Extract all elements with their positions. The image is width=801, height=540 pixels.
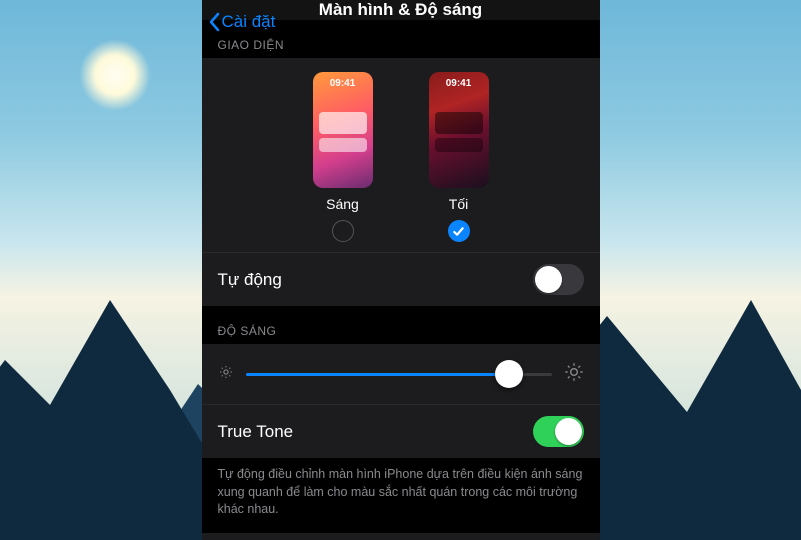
chevron-left-icon: [208, 11, 222, 33]
night-shift-row[interactable]: Night Shift Tắt: [202, 533, 600, 540]
automatic-label: Tự động: [218, 270, 282, 290]
appearance-picker: 09:41 Sáng 09:41 Tối: [202, 58, 600, 252]
nav-bar: Cài đặt Màn hình & Độ sáng: [202, 0, 600, 20]
checkmark-icon: [452, 225, 465, 238]
appearance-option-dark[interactable]: 09:41 Tối: [429, 72, 489, 242]
brightness-slider[interactable]: [246, 360, 552, 388]
dark-preview: 09:41: [429, 72, 489, 188]
brightness-section-header: ĐỘ SÁNG: [202, 306, 600, 344]
preview-time: 09:41: [429, 78, 489, 89]
preview-widget: [319, 138, 367, 152]
wallpaper-sun: [80, 40, 150, 110]
dark-radio[interactable]: [448, 220, 470, 242]
sun-max-icon: [564, 362, 584, 387]
brightness-row: [202, 344, 600, 404]
true-tone-description: Tự động điều chỉnh màn hình iPhone dựa t…: [202, 458, 600, 533]
light-preview: 09:41: [313, 72, 373, 188]
true-tone-label: True Tone: [218, 422, 294, 442]
toggle-knob: [555, 418, 582, 445]
slider-track-fill: [246, 373, 509, 376]
back-label: Cài đặt: [222, 12, 276, 32]
preview-time: 09:41: [313, 78, 373, 89]
automatic-toggle[interactable]: [533, 264, 584, 295]
slider-thumb[interactable]: [495, 360, 523, 388]
automatic-row: Tự động: [202, 252, 600, 306]
dark-label: Tối: [449, 196, 468, 212]
appearance-option-light[interactable]: 09:41 Sáng: [313, 72, 373, 242]
true-tone-row: True Tone: [202, 404, 600, 458]
sun-min-icon: [218, 364, 234, 385]
toggle-knob: [535, 266, 562, 293]
preview-widget: [319, 112, 367, 134]
settings-panel: Cài đặt Màn hình & Độ sáng GIAO DIỆN 09:…: [202, 0, 600, 540]
true-tone-toggle[interactable]: [533, 416, 584, 447]
preview-widget: [435, 138, 483, 152]
preview-widget: [435, 112, 483, 134]
light-radio[interactable]: [332, 220, 354, 242]
light-label: Sáng: [326, 196, 359, 212]
back-button[interactable]: Cài đặt: [208, 0, 276, 44]
page-title: Màn hình & Độ sáng: [319, 0, 482, 20]
